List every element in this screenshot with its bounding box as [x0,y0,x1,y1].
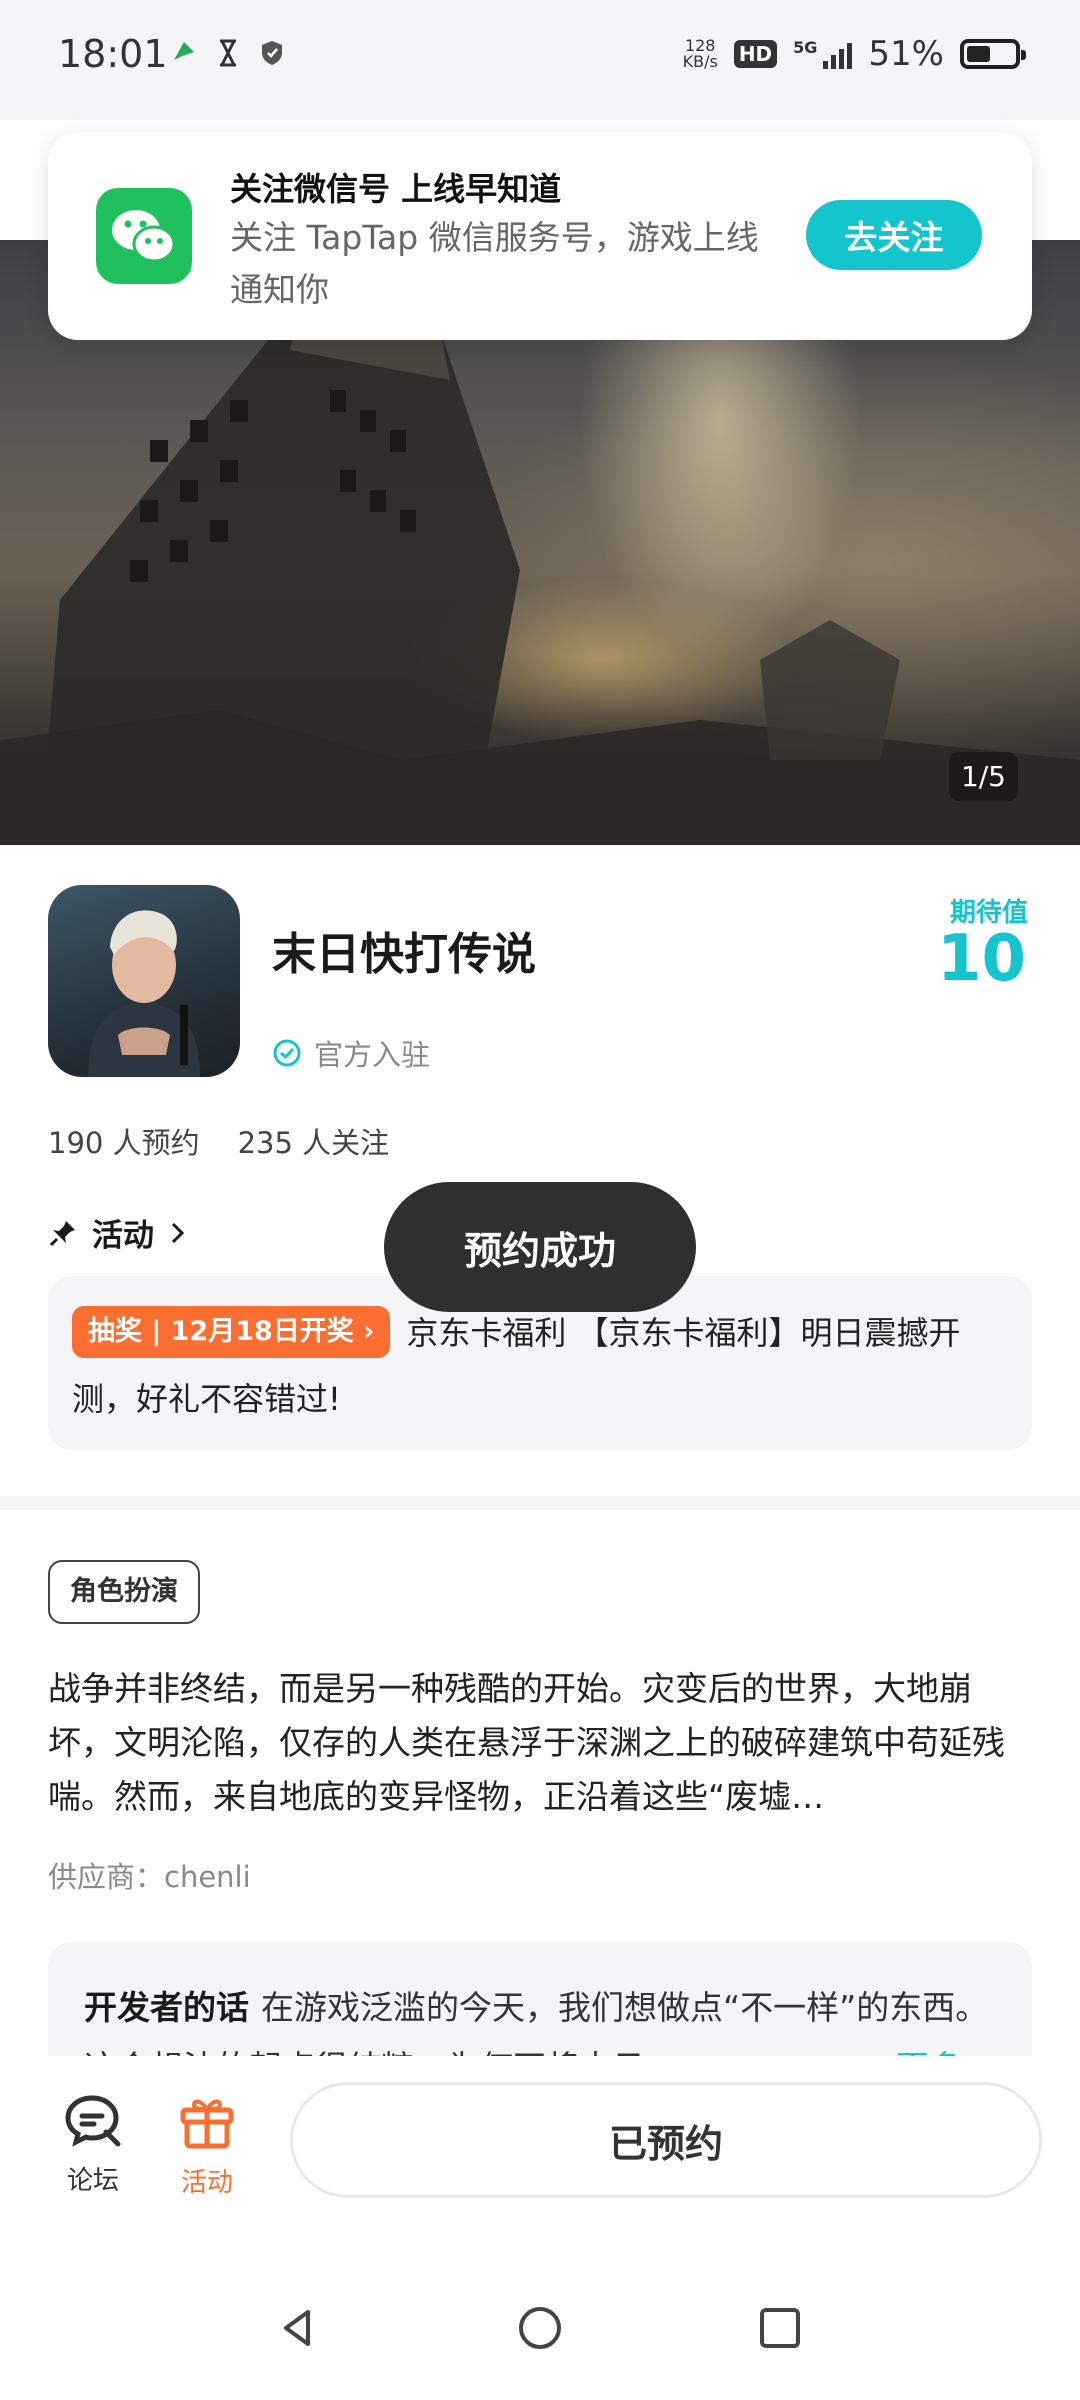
nav-forum[interactable]: 论坛 [38,2092,148,2197]
wechat-follow-banner[interactable]: 关注微信号 上线早知道 关注 TapTap 微信服务号，游戏上线通知你 去关注 [48,132,1032,340]
lottery-tag-label: 抽奖 | 12月18日开奖 [88,1316,354,1347]
notification-icons [170,38,286,68]
status-right: 128 KB/s HD 5G 51% [683,34,1026,74]
reserved-button[interactable]: 已预约 [290,2082,1042,2198]
battery-fill [967,46,990,62]
chevron-right-icon: › [363,1316,375,1347]
recents-icon[interactable] [758,2306,802,2350]
net-speed-unit: KB/s [682,52,718,71]
developer-note[interactable]: 开发者的话在游戏泛滥的今天，我们想做点“不一样”的东西。这个想法的起点很纯粹：为… [48,1942,1032,2062]
nav-activity[interactable]: 活动 [152,2092,262,2199]
game-title: 末日快打传说 [272,929,536,980]
expectation-value: 10 [936,922,1026,996]
game-icon[interactable] [48,885,240,1077]
forum-icon [65,2095,121,2147]
signal-icon [823,39,853,69]
net-speed: 128 KB/s [683,38,718,70]
home-icon[interactable] [518,2306,562,2350]
nav-forum-label: 论坛 [66,2166,119,2196]
pin-icon [49,1220,75,1246]
back-icon[interactable] [276,2306,320,2350]
status-bar: 18:01 128 KB/s HD 5G 51% [0,0,1080,120]
supplier-label: 供应商：chenli [48,1860,251,1894]
toast-message: 预约成功 [384,1182,696,1312]
follow-button[interactable]: 去关注 [806,200,982,270]
follower-count: 235 人关注 [237,1126,390,1160]
section-divider [0,1496,1080,1510]
nav-activity-label: 活动 [180,2168,233,2198]
follow-banner-title: 关注微信号 上线早知道 [230,170,562,208]
shield-icon [262,41,282,65]
follow-banner-description: 关注 TapTap 微信服务号，游戏上线通知你 [230,218,759,309]
reservation-count: 190 人预约 [48,1126,200,1160]
official-badge: 官方入驻 [272,1032,430,1074]
developer-note-title: 开发者的话 [84,1988,249,2027]
network-type: 5G [793,37,818,57]
battery-percent: 51% [868,34,944,74]
check-circle-icon [273,1039,301,1067]
gift-icon [180,2099,234,2149]
app-notification-icon [174,42,194,60]
game-stats: 190 人预约 235 人关注 [48,1120,389,1162]
hd-icon: HD [733,40,778,68]
bottom-action-bar: 论坛 活动 已预约 [0,2056,1080,2256]
status-time: 18:01 [58,32,168,76]
hourglass-icon [220,39,236,67]
game-icon-artwork [88,910,200,1077]
chevron-right-icon [171,1222,185,1243]
genre-tag[interactable]: 角色扮演 [48,1560,200,1624]
battery-icon [960,39,1026,69]
official-label: 官方入驻 [314,1038,431,1072]
lottery-tag[interactable]: 抽奖 | 12月18日开奖 › [72,1306,391,1358]
activity-heading: 活动 [92,1218,154,1254]
image-counter: 1/5 [948,752,1018,801]
game-description[interactable]: 战争并非终结，而是另一种残酷的开始。灾变后的世界，大地崩坏，文明沦陷，仅存的人类… [48,1662,1032,1824]
activity-header[interactable]: 活动 [48,1210,188,1255]
system-navigation-bar [0,2256,1080,2400]
wechat-icon [96,188,192,284]
